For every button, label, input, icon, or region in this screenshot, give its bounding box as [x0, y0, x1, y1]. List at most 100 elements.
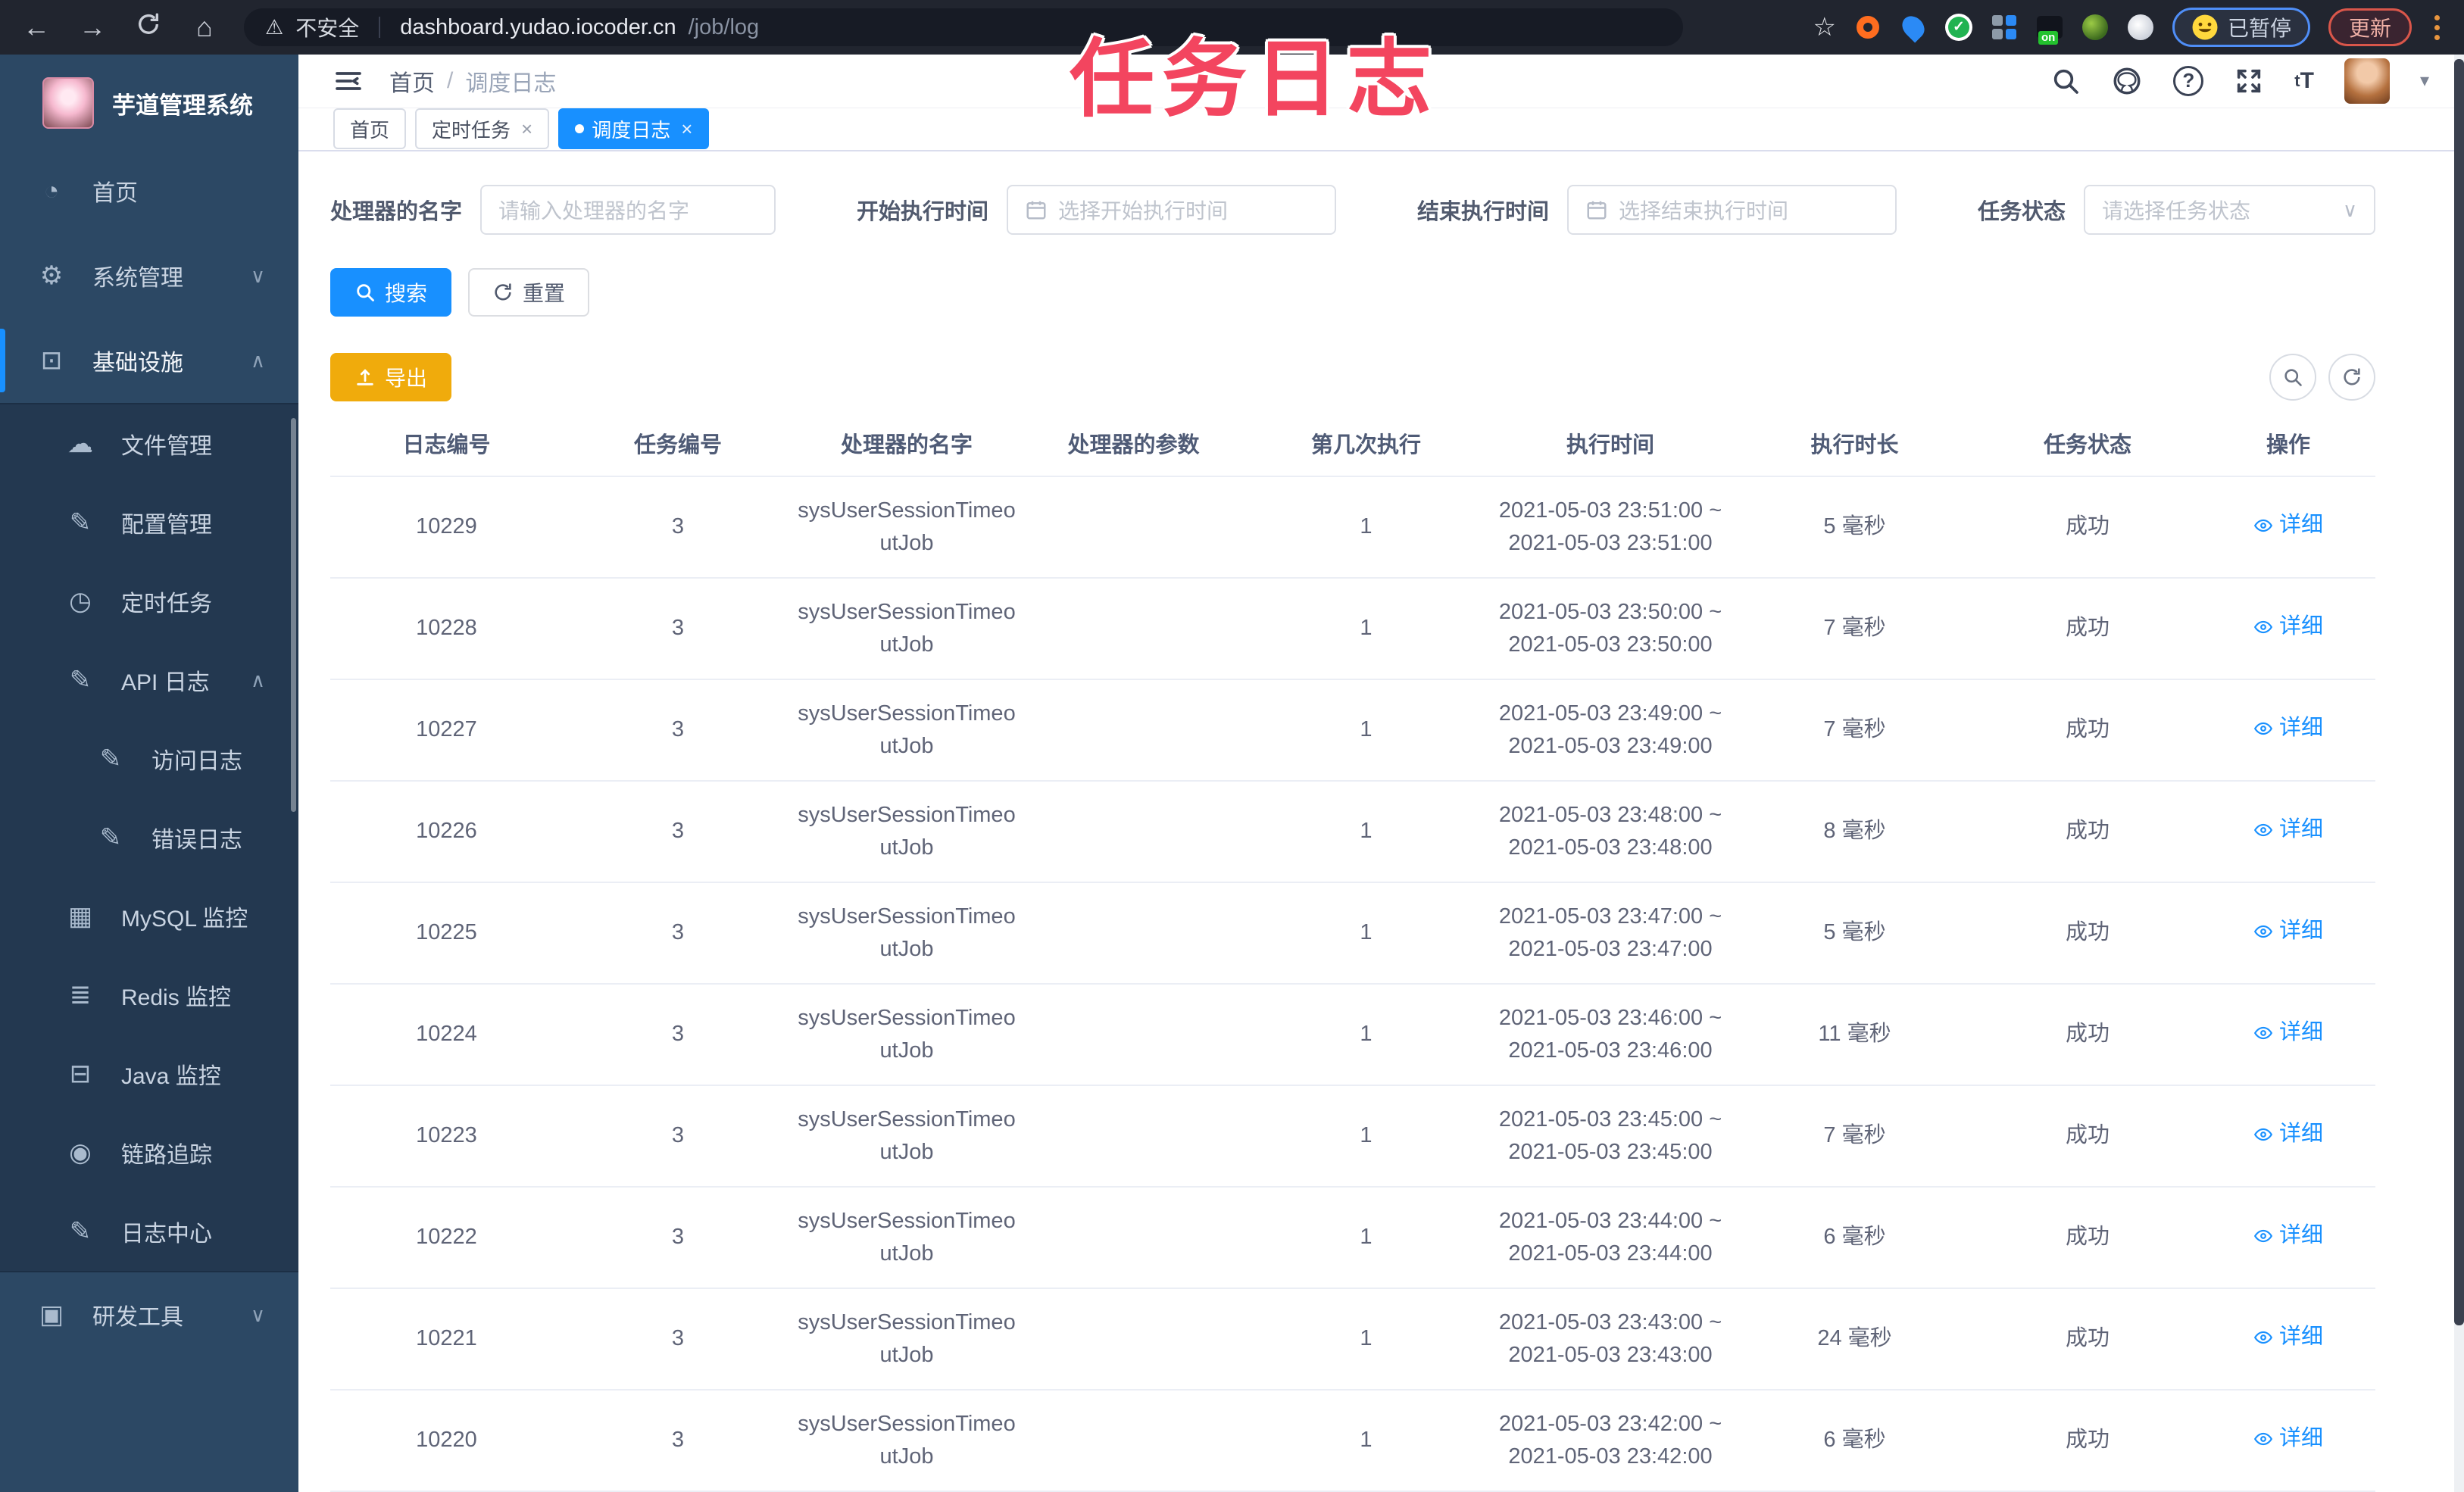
detail-link[interactable]: 详细: [2253, 1219, 2323, 1253]
chevron-down-icon: ∨: [250, 1303, 265, 1326]
export-button[interactable]: 导出: [330, 353, 452, 401]
detail-link[interactable]: 详细: [2253, 813, 2323, 847]
breadcrumb-home[interactable]: 首页: [389, 64, 435, 98]
sidebar-item-访问日志[interactable]: ✎ 访问日志: [0, 719, 298, 798]
sidebar-item-日志中心[interactable]: ✎ 日志中心: [0, 1192, 298, 1271]
paused-badge[interactable]: 已暂停: [2172, 8, 2310, 47]
sidebar-item-研发工具[interactable]: ▣ 研发工具 ∨: [0, 1272, 298, 1357]
duration-cell: 7 毫秒: [1823, 1123, 1886, 1148]
action-cell: 详细: [2201, 813, 2375, 850]
hamburger-icon[interactable]: [333, 66, 364, 96]
browser-menu-icon[interactable]: [2430, 14, 2444, 40]
back-icon[interactable]: ←: [20, 11, 53, 43]
handler-cell: sysUserSessionTimeoutJob: [798, 1107, 1016, 1165]
job-id-cell: 3: [671, 1428, 685, 1453]
page-scrollbar[interactable]: [2454, 55, 2464, 1492]
status-select[interactable]: 请选择任务状态 ∨: [2083, 185, 2375, 235]
sidebar-item-文件管理[interactable]: ☁ 文件管理: [0, 404, 298, 483]
eye-icon: [2253, 620, 2273, 633]
sidebar-item-label: 文件管理: [121, 434, 212, 459]
sidebar-item-首页[interactable]: ◔ 首页: [0, 148, 298, 233]
sidebar-header[interactable]: 芋道管理系统: [0, 55, 298, 148]
reload-icon[interactable]: [132, 11, 165, 44]
detail-link[interactable]: 详细: [2253, 509, 2323, 542]
annotation-title: 任务日志: [1070, 32, 1439, 126]
duration-cell: 7 毫秒: [1823, 616, 1886, 641]
sidebar-item-API 日志[interactable]: ✎ API 日志 ∧: [0, 641, 298, 719]
handler-name-input[interactable]: 请输入处理器的名字: [480, 185, 776, 235]
detail-link[interactable]: 详细: [2253, 1016, 2323, 1050]
sidebar-item-MySQL 监控[interactable]: ▦ MySQL 监控: [0, 877, 298, 956]
edit-icon: ✎: [69, 508, 92, 537]
extension-donut-icon[interactable]: [1854, 14, 1882, 41]
reset-button[interactable]: 重置: [468, 268, 590, 317]
detail-link[interactable]: 详细: [2253, 610, 2323, 644]
start-time-input[interactable]: 选择开始执行时间: [1007, 185, 1336, 235]
search-button[interactable]: 搜索: [330, 268, 452, 317]
detail-link[interactable]: 详细: [2253, 915, 2323, 948]
sidebar-item-Redis 监控[interactable]: ≣ Redis 监控: [0, 956, 298, 1035]
extension-grid-icon[interactable]: [1991, 14, 2018, 41]
extension-paw-icon[interactable]: [2127, 14, 2154, 41]
sidebar-item-错误日志[interactable]: ✎ 错误日志: [0, 798, 298, 877]
sidebar-item-label: 系统管理: [92, 266, 183, 291]
sidebar-item-基础设施[interactable]: ⊡ 基础设施 ∧: [0, 318, 298, 403]
sidebar-item-label: API 日志: [121, 670, 210, 695]
detail-link[interactable]: 详细: [2253, 712, 2323, 745]
tab-调度日志[interactable]: 调度日志 ×: [558, 108, 710, 150]
font-size-icon[interactable]: tT: [2294, 68, 2314, 94]
action-cell: 详细: [2201, 1118, 2375, 1154]
help-icon[interactable]: ?: [2173, 65, 2204, 96]
extension-on-badge-icon[interactable]: on: [2036, 14, 2063, 45]
action-cell: 详细: [2201, 509, 2375, 545]
filter-form: 处理器的名字 请输入处理器的名字 开始执行时间 选择开始执行时间 结束执行时间: [330, 185, 2375, 235]
tab-定时任务[interactable]: 定时任务 ×: [415, 108, 550, 150]
scrollbar-thumb[interactable]: [2454, 59, 2464, 1325]
end-time-input[interactable]: 选择结束执行时间: [1566, 185, 1897, 235]
status-label: 任务状态: [1977, 200, 2066, 224]
log-table: 日志编号 任务编号 处理器的名字 处理器的参数 第几次执行 执行时间 执行时长 任务状态 操作 …: [330, 417, 2375, 1492]
user-avatar[interactable]: [2344, 58, 2390, 104]
fullscreen-icon[interactable]: [2234, 66, 2264, 96]
times-cell: 1: [1360, 1022, 1373, 1047]
breadcrumb: 首页 / 调度日志: [389, 64, 556, 98]
duration-cell: 7 毫秒: [1823, 717, 1886, 742]
refresh-icon: [2344, 368, 2360, 385]
security-label: 不安全: [295, 17, 360, 40]
extension-leaf-icon[interactable]: [2081, 14, 2109, 41]
time-cell: 2021-05-03 23:46:00 ~2021-05-03 23:46:00: [1498, 1005, 1722, 1063]
sidebar-scrollbar[interactable]: [291, 418, 296, 812]
table-row: 10229 3 sysUserSessionTimeoutJob 1 2021-05-0…: [330, 477, 2375, 579]
calendar-icon: [1026, 201, 1046, 220]
forward-icon[interactable]: →: [76, 11, 109, 43]
home-icon[interactable]: ⌂: [188, 11, 221, 43]
close-icon[interactable]: ×: [681, 117, 692, 141]
handler-cell: sysUserSessionTimeoutJob: [798, 802, 1016, 860]
sidebar-item-链路追踪[interactable]: ◉ 链路追踪: [0, 1113, 298, 1192]
status-cell: 成功: [2065, 514, 2110, 539]
avatar-caret-icon[interactable]: ▾: [2420, 70, 2429, 92]
search-icon[interactable]: [2050, 66, 2081, 96]
sidebar-item-配置管理[interactable]: ✎ 配置管理: [0, 483, 298, 562]
paused-label: 已暂停: [2227, 17, 2291, 40]
handler-cell: sysUserSessionTimeoutJob: [798, 904, 1016, 962]
sidebar-item-系统管理[interactable]: ⚙ 系统管理 ∨: [0, 233, 298, 318]
search-icon: [2284, 369, 2302, 386]
times-cell: 1: [1360, 717, 1373, 742]
sidebar-item-定时任务[interactable]: ◷ 定时任务: [0, 562, 298, 641]
address-bar[interactable]: ⚠ 不安全 dashboard.yudao.iocoder.cn/job/log: [244, 8, 1683, 46]
refresh-table-button[interactable]: [2328, 354, 2375, 401]
tab-label: 调度日志: [592, 118, 671, 142]
sidebar-item-Java 监控[interactable]: ⊟ Java 监控: [0, 1035, 298, 1113]
extension-drop-icon[interactable]: [1897, 11, 1929, 43]
detail-link[interactable]: 详细: [2253, 1118, 2323, 1151]
update-button[interactable]: 更新: [2328, 8, 2412, 46]
tab-首页[interactable]: 首页: [333, 108, 407, 150]
github-icon[interactable]: [2111, 65, 2143, 97]
close-icon[interactable]: ×: [521, 117, 532, 141]
detail-link[interactable]: 详细: [2253, 1422, 2323, 1456]
toggle-search-button[interactable]: [2269, 354, 2316, 401]
bookmark-star-icon[interactable]: ☆: [1813, 12, 1835, 42]
detail-link[interactable]: 详细: [2253, 1321, 2323, 1354]
extension-check-icon[interactable]: ✓: [1944, 14, 1972, 41]
